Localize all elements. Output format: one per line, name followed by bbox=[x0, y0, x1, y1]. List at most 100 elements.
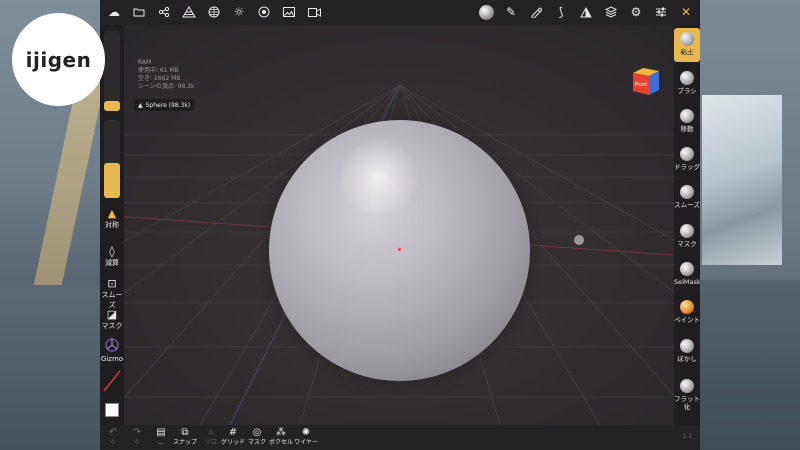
logo-text: ijigen bbox=[25, 47, 92, 72]
bottom-toolbar: 1.1 ↶ 0 ↷ 0 ▤... ⧉ スナップ ⌕ ソロ # グリッド ◎ マスク ⁂ ボクセル ✺ ワイヤー bbox=[100, 425, 700, 450]
nomad-sculpt-app: RAM 使用中: 61 MB 空き: 1662 MB シーンの頂点: 98.3k… bbox=[100, 0, 700, 450]
radius-slider[interactable] bbox=[104, 31, 120, 111]
material-icon[interactable] bbox=[252, 0, 276, 24]
color-swatch[interactable] bbox=[105, 403, 119, 417]
tool-button[interactable]: スムーズ bbox=[674, 181, 700, 215]
bottom-tool-label: ボクセル bbox=[268, 439, 293, 446]
gear-icon[interactable]: ⚙ bbox=[624, 0, 648, 24]
tool-button[interactable]: ドラッグ bbox=[674, 143, 700, 177]
tool-label: ブラシ bbox=[677, 87, 697, 95]
gizmo-icon bbox=[100, 338, 124, 355]
mesh-selector[interactable]: ▲ Sphere (98.3k) bbox=[134, 99, 195, 111]
top-toolbar: ☁ ☼ ✎ ⟆ ⚙ ✕ bbox=[100, 0, 700, 25]
light-handle[interactable] bbox=[574, 235, 584, 245]
view-cube[interactable]: Front bbox=[629, 65, 661, 97]
left-tool-subtract[interactable]: ◊ 減算 bbox=[100, 245, 124, 268]
tool-preview-icon bbox=[680, 71, 694, 85]
scene-icon[interactable] bbox=[152, 0, 176, 24]
view-cube-label: Front bbox=[635, 82, 648, 88]
tool-preview-icon bbox=[680, 379, 694, 393]
topology-icon[interactable] bbox=[177, 0, 201, 24]
image-icon[interactable] bbox=[277, 0, 301, 24]
sliders-icon[interactable] bbox=[649, 0, 673, 24]
background-right bbox=[700, 0, 800, 450]
tool-button[interactable]: 粘土 bbox=[674, 28, 700, 62]
bottom-tool-8[interactable]: ✺ ワイヤー bbox=[293, 427, 319, 447]
pen-icon[interactable]: ✎ bbox=[499, 0, 523, 24]
snap-icon: ⧉ bbox=[181, 427, 189, 438]
ijigen-logo: ijigen bbox=[12, 13, 105, 106]
tools-icon[interactable]: ✕ bbox=[674, 0, 698, 24]
3d-viewport[interactable]: RAM 使用中: 61 MB 空き: 1662 MB シーンの頂点: 98.3k… bbox=[100, 25, 700, 425]
tool-button[interactable]: マスク bbox=[674, 220, 700, 254]
tool-preview-icon bbox=[680, 109, 694, 123]
intensity-slider[interactable] bbox=[104, 120, 120, 198]
left-tool-label: Gizmo bbox=[100, 355, 124, 363]
background-floor bbox=[700, 280, 800, 450]
globe-icon[interactable] bbox=[202, 0, 226, 24]
ram-free: 空き: 1662 MB bbox=[138, 75, 181, 82]
bottom-tool-label: ... bbox=[158, 439, 164, 446]
bottom-tool-2[interactable]: ▤... bbox=[148, 427, 174, 447]
symmetry-toggle[interactable]: ▲ 対称 bbox=[100, 207, 124, 230]
tool-label: マスク bbox=[677, 240, 697, 248]
scene-vertices: シーンの頂点: 98.3k bbox=[138, 83, 195, 90]
ram-label: RAM bbox=[138, 59, 152, 66]
video-icon[interactable] bbox=[302, 0, 326, 24]
folder-icon[interactable] bbox=[127, 0, 151, 24]
left-tool-gizmo[interactable]: Gizmo bbox=[100, 338, 124, 363]
symmetry-icon: ▲ bbox=[107, 207, 117, 220]
wire-icon: ✺ bbox=[301, 427, 311, 438]
brush-settings-icon[interactable] bbox=[524, 0, 548, 24]
symmetry-label: 対称 bbox=[105, 221, 119, 229]
stroke-color-swatch[interactable] bbox=[102, 367, 122, 393]
bottom-tool-label: ソロ bbox=[204, 439, 217, 446]
bottom-tool-1[interactable]: ↷ 0 bbox=[124, 427, 150, 447]
tool-preview-icon bbox=[680, 262, 694, 276]
stroke-icon[interactable]: ⟆ bbox=[549, 0, 573, 24]
sun-icon[interactable]: ☼ bbox=[227, 0, 251, 24]
bottom-tool-3[interactable]: ⧉ スナップ bbox=[172, 427, 198, 447]
tool-label: 移動 bbox=[680, 125, 694, 133]
tool-button[interactable]: ぼかし bbox=[674, 335, 700, 369]
mask-eye-icon: ◎ bbox=[252, 427, 262, 438]
tool-button[interactable]: フラット化 bbox=[674, 375, 700, 411]
matcap-icon[interactable] bbox=[474, 0, 498, 24]
tool-button[interactable]: ブラシ bbox=[674, 67, 700, 101]
intensity-slider-fill bbox=[104, 162, 120, 198]
bottom-tool-label: ワイヤー bbox=[294, 439, 318, 446]
bottom-tool-label: グリッド bbox=[220, 439, 245, 446]
tool-label: ペイント bbox=[674, 316, 700, 324]
tool-preview-icon bbox=[680, 300, 694, 314]
background-floor bbox=[0, 285, 100, 450]
tool-button[interactable]: ペイント bbox=[674, 296, 700, 330]
drop-icon: ◊ bbox=[109, 245, 115, 258]
bottom-tool-6[interactable]: ◎ マスク bbox=[244, 427, 270, 447]
radius-slider-fill bbox=[104, 101, 120, 111]
symmetry-icon[interactable] bbox=[574, 0, 598, 24]
left-tool-label: スムーズ bbox=[101, 291, 123, 309]
tool-preview-icon bbox=[680, 32, 694, 46]
tool-label: フラット化 bbox=[674, 395, 700, 411]
right-tools-panel: 粘土ブラシ移動ドラッグスムーズマスク SelMask ペイントぼかしフラット化 bbox=[674, 25, 700, 425]
left-tool-smooth[interactable]: ⊡ スムーズ bbox=[100, 277, 124, 310]
bottom-tool-0[interactable]: ↶ 0 bbox=[100, 427, 126, 447]
tool-label: ぼかし bbox=[677, 355, 697, 363]
left-sliders-panel: ▲ 対称 ◊ 減算 ⊡ スムーズ ◪ マスク Gizmo bbox=[100, 25, 124, 425]
stats-readout: RAM 使用中: 61 MB 空き: 1662 MB シーンの頂点: 98.3k bbox=[138, 59, 194, 91]
undo-icon: ↶ bbox=[108, 427, 118, 438]
tool-button[interactable]: 移動 bbox=[674, 105, 700, 139]
bottom-tool-7[interactable]: ⁂ ボクセル bbox=[268, 427, 294, 447]
tool-label: 粘土 bbox=[680, 48, 694, 56]
left-tool-mask[interactable]: ◪ マスク bbox=[100, 308, 124, 331]
bottom-tool-label: 0 bbox=[111, 439, 115, 446]
cloud-icon[interactable]: ☁ bbox=[102, 0, 126, 24]
bottom-tool-5[interactable]: # グリッド bbox=[220, 427, 246, 447]
tool-button[interactable]: SelMask bbox=[674, 258, 700, 292]
layers-icon: ▤ bbox=[156, 427, 166, 438]
mask-icon: ◪ bbox=[106, 308, 118, 321]
version-text: 1.1 bbox=[682, 433, 692, 440]
redo-icon: ↷ bbox=[132, 427, 142, 438]
layers-icon[interactable] bbox=[599, 0, 623, 24]
tool-preview-icon bbox=[680, 339, 694, 353]
